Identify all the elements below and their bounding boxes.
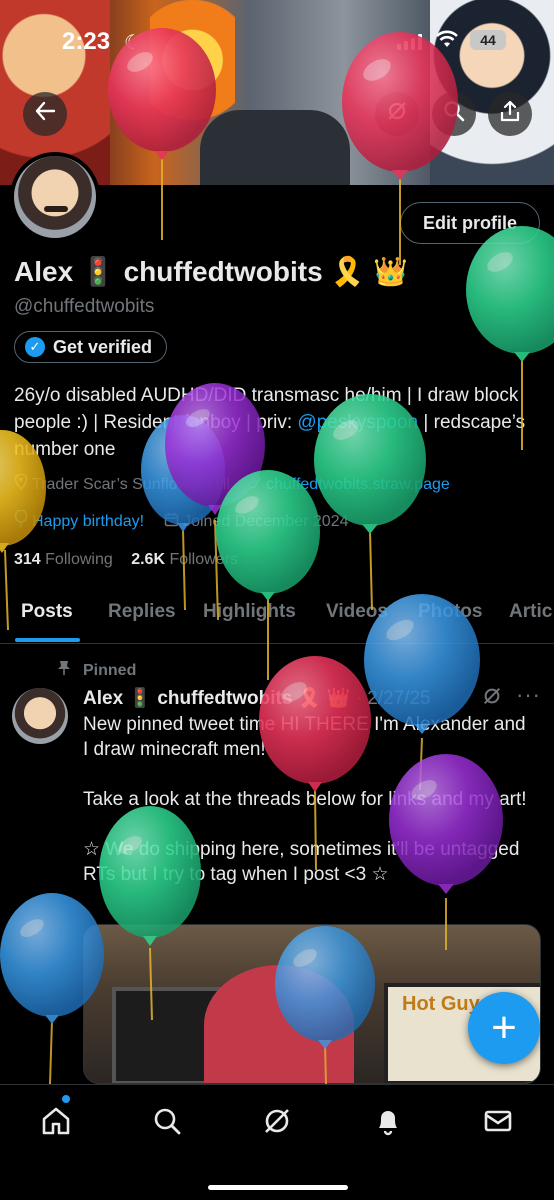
post-body: New pinned tweet time HI THERE I'm Alexa… [83,712,533,912]
tab-photos[interactable]: Photos [418,601,482,623]
pinned-label: Pinned [83,661,137,679]
tab-highlights[interactable]: Highlights [203,601,296,623]
active-tab-indicator [15,638,80,642]
nav-grok[interactable] [257,1103,297,1143]
following-label: Following [45,551,113,568]
post-media-image[interactable]: Hot Guy [83,924,541,1084]
battery-indicator: 44 [470,30,506,50]
nav-home[interactable] [36,1103,76,1143]
tab-posts[interactable]: Posts [21,601,73,623]
bell-icon [373,1106,403,1141]
grok-button[interactable] [375,92,419,136]
back-arrow-icon [34,100,56,128]
search-icon [443,100,465,128]
nav-search[interactable] [147,1103,187,1143]
grok-icon [386,100,408,128]
nav-notifications[interactable] [368,1103,408,1143]
post-grok-icon[interactable] [482,686,502,712]
followers-link[interactable]: 2.6K Followers [131,551,238,568]
bio-mention-link[interactable]: @peskyspoon [297,412,418,433]
share-button[interactable] [488,92,532,136]
following-count: 314 [14,551,41,568]
home-icon [40,1105,72,1142]
profile-bio: 26y/o disabled AUDHD/DID transmasc he/hi… [14,382,534,463]
balloon-green [216,470,320,680]
calendar-icon [164,512,179,532]
following-link[interactable]: 314 Following [14,551,113,568]
get-verified-button[interactable]: ✓ Get verified [14,331,168,363]
search-icon [152,1106,182,1141]
post-author-avatar[interactable] [12,688,68,744]
banner-art-chair [200,110,350,185]
profile-website-link[interactable]: chuffedtwobits.straw.page [266,476,450,494]
post-paragraph: Take a look at the threads below for lin… [83,789,527,810]
back-button[interactable] [23,92,67,136]
post-paragraph: New pinned tweet time HI THERE I'm Alexa… [83,714,526,760]
balloon-icon [14,509,28,533]
pin-icon [57,660,71,681]
get-verified-label: Get verified [53,336,153,357]
followers-count: 2.6K [131,551,165,568]
follow-counts: 314 Following 2.6K Followers [14,551,238,569]
post-paragraph: ☆ We do shipping here, sometimes it'll b… [83,839,520,885]
home-indicator-bar[interactable] [208,1185,348,1190]
status-bar: 2:23 ☾ 44 [0,0,554,80]
grok-icon [262,1106,292,1141]
cellular-signal-icon [397,34,422,50]
bottom-navigation [0,1084,554,1200]
profile-tabs: Posts Replies Highlights Videos Photos A… [0,588,554,644]
tab-articles[interactable]: Artic [509,601,552,623]
profile-handle: @chuffedtwobits [14,296,155,317]
followers-label: Followers [169,551,238,568]
profile-joined-date: Joined December 2024 [183,512,349,530]
profile-avatar[interactable] [10,152,100,242]
verified-check-icon: ✓ [25,337,45,357]
focus-moon-icon: ☾ [124,32,142,54]
home-notification-dot [62,1095,70,1103]
media-poster-text: Hot Guy [402,993,480,1015]
post-author-row[interactable]: Alex 🚦 chuffedtwobits 🎗️ 👑 · 2/27/25 [83,686,431,710]
tab-videos[interactable]: Videos [326,601,388,623]
post-author-name: Alex 🚦 chuffedtwobits 🎗️ 👑 [83,688,351,709]
wifi-icon [436,30,458,54]
profile-meta-dates-row: Happy birthday! Joined December 2024 [14,509,349,533]
post-more-button[interactable]: ··· [516,682,541,708]
mail-icon [483,1106,513,1141]
media-art-character [204,965,354,1083]
status-time: 2:23 [62,28,111,55]
compose-post-button[interactable]: + [468,992,540,1064]
location-icon [14,473,28,495]
link-icon [246,474,262,495]
profile-meta-location-row: Trader Scar’s Sunflower Hill chuffedtwob… [14,473,450,495]
profile-location: Trader Scar’s Sunflower Hill [32,475,230,493]
search-button[interactable] [432,92,476,136]
birthday-link[interactable]: Happy birthday! [32,513,144,531]
profile-display-name: Alex 🚦 chuffedtwobits 🎗️ 👑 [14,256,408,287]
nav-messages[interactable] [478,1103,518,1143]
pinned-label-row: Pinned [57,660,136,681]
post-date: · 2/27/25 [355,688,431,709]
share-icon [499,100,521,128]
edit-profile-button[interactable]: Edit profile [400,202,540,244]
tab-replies[interactable]: Replies [108,601,176,623]
